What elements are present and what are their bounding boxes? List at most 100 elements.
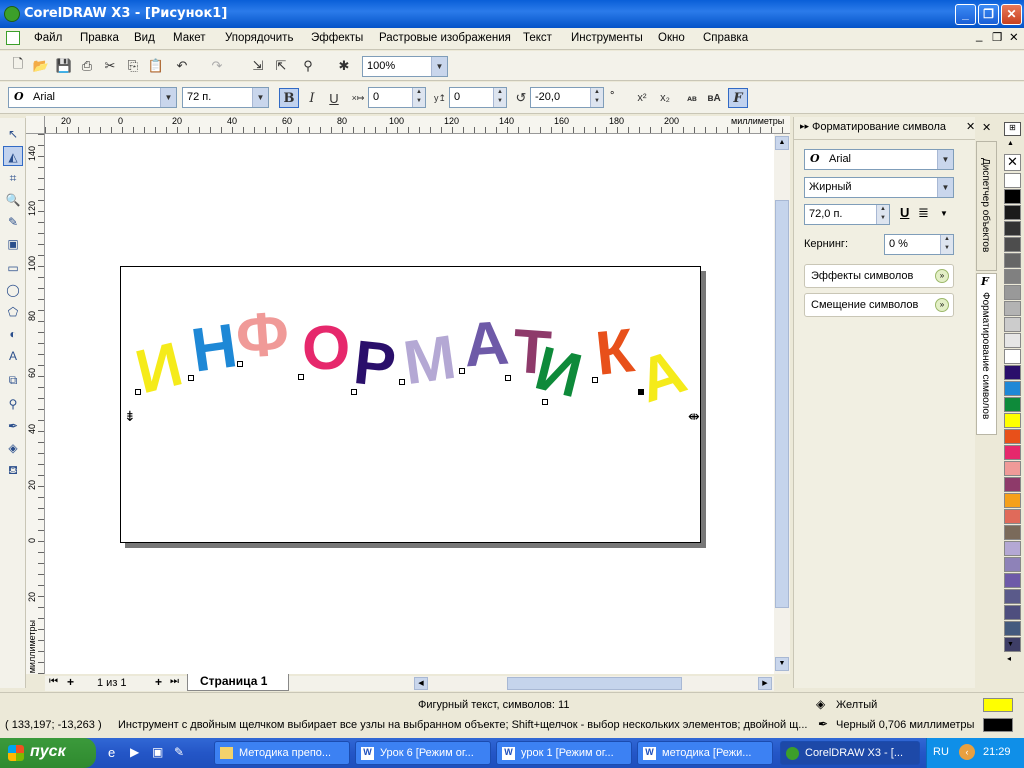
scroll-down-icon[interactable]: ▼ — [775, 657, 789, 671]
minimize-button[interactable]: _ — [955, 4, 976, 25]
redo-icon[interactable]: ↷ — [207, 56, 227, 76]
scroll-up-icon[interactable]: ▲ — [775, 136, 789, 150]
open-icon[interactable]: 📂 — [31, 56, 51, 76]
docker-style-combo[interactable]: Жирный ▼ — [804, 177, 954, 198]
basic-shapes-icon[interactable]: ◐ — [3, 324, 23, 344]
color-swatch[interactable] — [1004, 589, 1021, 604]
polygon-tool-icon[interactable]: ⬠ — [3, 302, 23, 322]
tab-object-manager[interactable]: Диспетчер объектов — [976, 141, 997, 271]
add-page-before-icon[interactable]: + — [67, 675, 74, 689]
bold-button[interactable]: B — [279, 88, 299, 108]
text-node-handle[interactable] — [592, 377, 598, 383]
coreldraw-app-icon[interactable] — [4, 6, 20, 22]
scroll-left-icon[interactable]: ◀ — [414, 677, 428, 690]
vertical-ruler[interactable]: 140 120 100 80 60 40 20 0 20 миллиметры — [26, 134, 45, 674]
horizontal-offset-field[interactable]: 0 ▲ ▼ — [368, 87, 426, 108]
print-icon[interactable]: ⎙ — [77, 56, 97, 76]
menu-view[interactable]: Вид — [134, 32, 155, 44]
chevron-down-icon[interactable]: ▼ — [252, 88, 268, 107]
expand-icon[interactable]: » — [935, 269, 949, 283]
add-page-after-icon[interactable]: + — [155, 675, 162, 689]
color-swatch[interactable] — [1004, 189, 1021, 204]
spinner-icon[interactable]: ▲ ▼ — [412, 88, 425, 107]
last-page-icon[interactable]: ⏭ — [170, 676, 179, 687]
scroll-right-icon[interactable]: ▶ — [758, 677, 772, 690]
tab-character-formatting[interactable]: F Форматирование символов — [976, 273, 997, 435]
italic-button[interactable]: I — [302, 88, 322, 108]
quicklaunch-icon[interactable]: ▣ — [152, 745, 163, 759]
menu-bitmaps[interactable]: Растровые изображения — [379, 32, 511, 44]
menu-file[interactable]: Файл — [34, 32, 62, 44]
task-lesson6[interactable]: W Урок 6 [Режим ог... — [355, 741, 491, 765]
document-icon[interactable] — [6, 31, 20, 45]
undo-icon[interactable]: ↶ — [172, 56, 192, 76]
subscript-button[interactable]: x₂ — [655, 88, 675, 108]
ellipse-tool-icon[interactable]: ◯ — [3, 280, 23, 300]
menu-edit[interactable]: Правка — [80, 32, 119, 44]
close-button[interactable]: ✕ — [1001, 4, 1022, 25]
color-swatch[interactable] — [1004, 349, 1021, 364]
color-swatch[interactable] — [1004, 253, 1021, 268]
first-page-icon[interactable]: ⏮ — [49, 676, 58, 687]
color-swatch[interactable] — [1004, 557, 1021, 572]
task-methodology[interactable]: Методика препо... — [214, 741, 350, 765]
color-swatch[interactable] — [1004, 621, 1021, 636]
palette-scroll-down-icon[interactable]: ▼ — [1007, 641, 1014, 648]
color-swatch[interactable] — [1004, 269, 1021, 284]
text-node-handle[interactable] — [399, 379, 405, 385]
color-swatch[interactable] — [1004, 525, 1021, 540]
color-swatch[interactable] — [1004, 605, 1021, 620]
font-list-combo[interactable]: O Arial ▼ — [8, 87, 177, 108]
color-swatch[interactable] — [1004, 301, 1021, 316]
menu-tools[interactable]: Инструменты — [571, 32, 643, 44]
page-tab[interactable]: Страница 1 — [187, 674, 289, 691]
outline-color-swatch[interactable] — [983, 718, 1013, 732]
fill-color-swatch[interactable] — [983, 698, 1013, 712]
docker-grip-icon[interactable]: ▸▸ — [800, 121, 809, 132]
color-swatch[interactable] — [1004, 429, 1021, 444]
color-swatch[interactable] — [1004, 509, 1021, 524]
rectangle-tool-icon[interactable]: ▭ — [3, 258, 23, 278]
vertical-offset-field[interactable]: 0 ▲ ▼ — [449, 87, 507, 108]
text-tool-icon[interactable]: A — [3, 346, 23, 366]
eyedropper-icon[interactable]: ⚲ — [3, 394, 23, 414]
new-icon[interactable]: 🗋 — [8, 56, 28, 76]
chevron-down-icon[interactable]: ▼ — [937, 178, 953, 197]
chevron-down-icon[interactable]: ▼ — [937, 150, 953, 169]
spinner-icon[interactable]: ▲ ▼ — [876, 205, 889, 224]
character-formatting-icon[interactable]: F — [728, 88, 748, 108]
horizontal-ruler[interactable]: 20 0 20 40 60 80 100 120 140 160 180 200… — [45, 116, 790, 134]
ie-icon[interactable]: e — [108, 745, 115, 760]
color-swatch[interactable] — [1004, 445, 1021, 460]
color-swatch[interactable] — [1004, 493, 1021, 508]
color-swatch[interactable] — [1004, 237, 1021, 252]
color-swatch[interactable] — [1004, 381, 1021, 396]
color-swatch[interactable] — [1004, 205, 1021, 220]
color-swatch[interactable] — [1004, 541, 1021, 556]
spinner-icon[interactable]: ▲ ▼ — [940, 235, 953, 254]
show-desktop-icon[interactable]: ✎ — [174, 745, 184, 759]
menu-window[interactable]: Окно — [658, 32, 685, 44]
spinner-icon[interactable]: ▲ ▼ — [590, 88, 603, 107]
palette-expand-icon[interactable]: ◂ — [1007, 654, 1011, 663]
menu-layout[interactable]: Макет — [173, 32, 206, 44]
drawing-page[interactable] — [120, 266, 701, 543]
color-swatch[interactable] — [1004, 333, 1021, 348]
media-player-icon[interactable]: ▶ — [130, 745, 139, 759]
rotation-field[interactable]: -20,0 ▲ ▼ — [530, 87, 604, 108]
text-node-handle[interactable] — [188, 375, 194, 381]
text-node-handle[interactable] — [459, 368, 465, 374]
menu-effects[interactable]: Эффекты — [311, 32, 363, 44]
doc-minimize-icon[interactable]: _ — [976, 30, 982, 42]
expand-icon[interactable]: » — [935, 298, 949, 312]
chevron-down-icon[interactable]: ▼ — [160, 88, 176, 107]
color-swatch[interactable] — [1004, 573, 1021, 588]
color-swatch[interactable] — [1004, 413, 1021, 428]
menu-help[interactable]: Справка — [703, 32, 748, 44]
tray-arrow-icon[interactable]: ‹ — [959, 744, 975, 760]
text-node-handle[interactable] — [542, 399, 548, 405]
outline-tool-icon[interactable]: ✒ — [3, 416, 23, 436]
text-node-handle[interactable] — [351, 389, 357, 395]
copy-icon[interactable]: ⎘ — [123, 56, 143, 76]
strikethrough-icon[interactable]: ≣ — [918, 205, 929, 221]
